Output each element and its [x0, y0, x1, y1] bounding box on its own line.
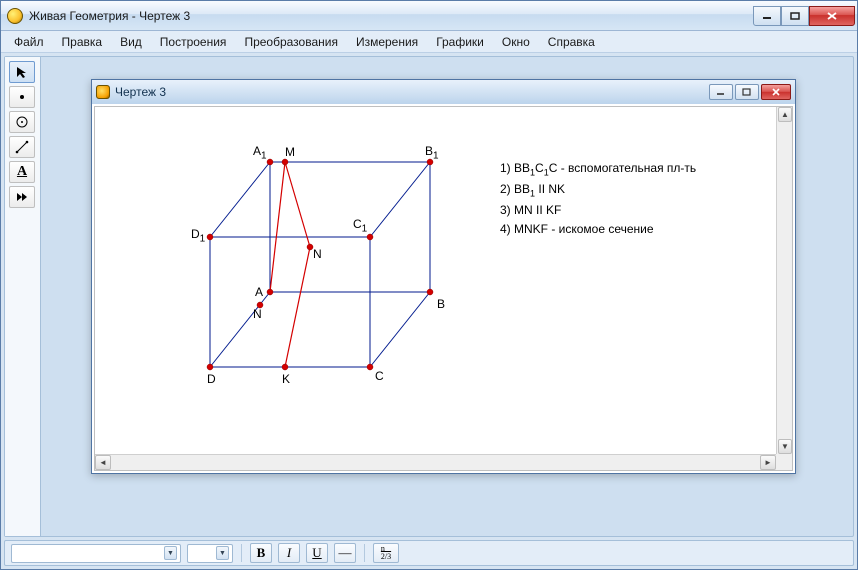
label-n-top: N [313, 247, 322, 261]
format-toolbar: ▼ ▼ B I U — n2/3 [4, 540, 854, 566]
child-minimize-button[interactable] [709, 84, 733, 100]
menu-graph[interactable]: Графики [429, 33, 491, 51]
tool-point[interactable] [9, 86, 35, 108]
menu-measure[interactable]: Измерения [349, 33, 425, 51]
toolbox: A [5, 57, 41, 536]
minimize-icon [716, 88, 726, 96]
label-a1: A1 [253, 144, 267, 161]
menu-window[interactable]: Окно [495, 33, 537, 51]
menu-transform[interactable]: Преобразования [237, 33, 345, 51]
vertical-scrollbar[interactable]: ▲ ▼ [776, 107, 792, 454]
tool-circle[interactable] [9, 111, 35, 133]
menu-view[interactable]: Вид [113, 33, 149, 51]
doc-icon [96, 85, 110, 99]
separator [241, 544, 242, 562]
child-title: Чертеж 3 [115, 85, 704, 99]
menu-help[interactable]: Справка [541, 33, 602, 51]
child-maximize-button[interactable] [735, 84, 759, 100]
arrows-icon [15, 190, 29, 204]
fraction-icon: n2/3 [381, 545, 391, 561]
label-m: M [285, 145, 295, 159]
canvas-area: A1 M B1 D1 C1 N A N B D K C [94, 106, 793, 471]
mdi-area[interactable]: Чертеж 3 [41, 57, 853, 536]
app-title: Живая Геометрия - Чертеж 3 [29, 9, 753, 23]
drawing-canvas[interactable]: A1 M B1 D1 C1 N A N B D K C [95, 107, 776, 454]
tool-line[interactable] [9, 136, 35, 158]
minus-button[interactable]: — [334, 543, 356, 563]
line-icon [15, 140, 29, 154]
child-titlebar[interactable]: Чертеж 3 [92, 80, 795, 104]
menu-edit[interactable]: Правка [55, 33, 110, 51]
bold-button[interactable]: B [250, 543, 272, 563]
window-controls [753, 6, 855, 26]
close-icon [771, 88, 781, 96]
label-d: D [207, 372, 216, 386]
label-c1: C1 [353, 217, 367, 234]
note-line-3: 3) MN II KF [500, 201, 696, 220]
menu-construct[interactable]: Построения [153, 33, 234, 51]
label-c: C [375, 369, 384, 383]
label-b: B [437, 297, 445, 311]
menubar: Файл Правка Вид Построения Преобразовани… [1, 31, 857, 53]
underline-button[interactable]: U [306, 543, 328, 563]
dropdown-icon: ▼ [164, 546, 177, 560]
close-icon [826, 11, 838, 21]
child-window-controls [709, 84, 791, 100]
note-line-2: 2) BB1 II NK [500, 180, 696, 201]
workspace: A Чертеж 3 [4, 56, 854, 537]
separator [364, 544, 365, 562]
construction-notes: 1) BB1C1C - вспомогательная пл-ть 2) BB1… [500, 159, 696, 239]
text-icon: A [17, 164, 27, 180]
label-a: A [255, 285, 263, 299]
scroll-right-button[interactable]: ► [760, 455, 776, 470]
italic-button[interactable]: I [278, 543, 300, 563]
titlebar[interactable]: Живая Геометрия - Чертеж 3 [1, 1, 857, 31]
tool-arrow[interactable] [9, 61, 35, 83]
scroll-up-button[interactable]: ▲ [778, 107, 792, 122]
note-line-1: 1) BB1C1C - вспомогательная пл-ть [500, 159, 696, 180]
fraction-button[interactable]: n2/3 [373, 543, 399, 563]
maximize-icon [790, 12, 800, 20]
font-family-combo[interactable]: ▼ [11, 544, 181, 563]
minimize-button[interactable] [753, 6, 781, 26]
arrow-icon [15, 65, 29, 79]
label-b1: B1 [425, 144, 439, 161]
tool-text[interactable]: A [9, 161, 35, 183]
app-icon [7, 8, 23, 24]
menu-file[interactable]: Файл [7, 33, 51, 51]
scroll-corner [776, 454, 792, 470]
child-close-button[interactable] [761, 84, 791, 100]
scroll-left-button[interactable]: ◄ [95, 455, 111, 470]
point-icon [15, 90, 29, 104]
dropdown-icon: ▼ [216, 546, 229, 560]
label-k: K [282, 372, 290, 386]
app-window: Живая Геометрия - Чертеж 3 Файл Правка В… [0, 0, 858, 570]
label-d1: D1 [191, 227, 205, 244]
close-button[interactable] [809, 6, 855, 26]
maximize-icon [742, 88, 752, 96]
note-line-4: 4) MNKF - искомое сечение [500, 220, 696, 239]
circle-icon [15, 115, 29, 129]
minimize-icon [762, 12, 772, 20]
label-n-front: N [253, 307, 262, 321]
font-size-combo[interactable]: ▼ [187, 544, 233, 563]
horizontal-scrollbar[interactable]: ◄ ► [95, 454, 776, 470]
scroll-down-button[interactable]: ▼ [778, 439, 792, 454]
tool-custom[interactable] [9, 186, 35, 208]
child-window: Чертеж 3 [91, 79, 796, 474]
maximize-button[interactable] [781, 6, 809, 26]
